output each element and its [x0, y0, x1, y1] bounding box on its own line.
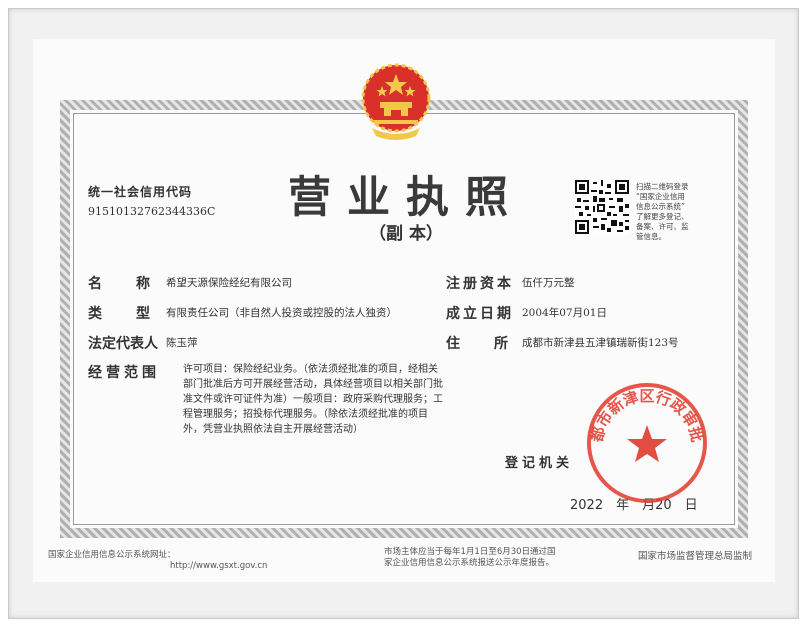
national-emblem-icon [361, 63, 431, 140]
registrar-label: 登记机关 [505, 456, 574, 471]
company-type: 有限责任公司（非自然人投资或控股的法人独资） [166, 307, 397, 319]
company-name: 希望天源保险经纪有限公司 [166, 277, 292, 289]
qr-code-icon [575, 180, 629, 234]
name-label: 名 称 [88, 276, 152, 292]
credit-code-value: 91510132762344336C [88, 205, 216, 218]
business-scope: 许可项目：保险经纪业务。（依法须经批准的项目，经相关部门批准后方可开展经营活动，… [183, 364, 443, 435]
footer-left: 国家企业信用信息公示系统网址： [48, 550, 176, 560]
license-title: 营业执照 [288, 173, 524, 223]
footer-right: 国家市场监督管理总局监制 [638, 551, 753, 562]
company-address: 成都市新津县五津镇瑞新街123号 [522, 337, 679, 349]
type-label: 类 型 [88, 306, 152, 322]
legal-rep: 陈玉萍 [166, 337, 198, 349]
license-subtitle: （副 本） [369, 224, 443, 244]
footer-url[interactable]: http://www.gsxt.gov.cn [170, 561, 267, 572]
qr-instructions: 扫描二维码登录 “国家企业信用 信息公示系统” 了解更多登记、 备案、许可、监 … [636, 182, 689, 241]
established-label: 成立日期 [446, 306, 514, 322]
legal-rep-label: 法定代表人 [88, 336, 158, 352]
capital-label: 注册资本 [446, 276, 514, 292]
registered-capital: 伍仟万元整 [522, 277, 575, 289]
address-label: 住 所 [446, 336, 510, 352]
established-date: 2004年07月01日 [522, 307, 607, 319]
credit-code-label: 统一社会信用代码 [88, 185, 193, 199]
footer-notice: 市场主体应当于每年1月1日至6月30日通过国 家企业信用信息公示系统报送公示年度… [384, 547, 556, 568]
scope-label: 经营范围 [88, 365, 160, 381]
official-seal-icon: 成都市新津区行政审批局 [582, 378, 707, 503]
